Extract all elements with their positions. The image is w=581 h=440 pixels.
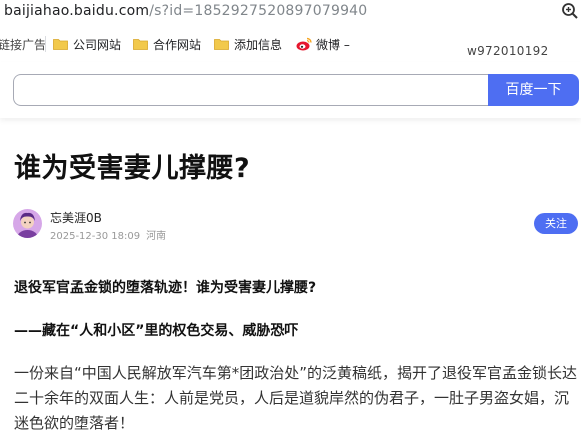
article-lead: 退役军官孟金锁的堕落轨迹！谁为受害妻儿撑腰?: [14, 280, 317, 296]
search-button[interactable]: 百度一下: [488, 74, 579, 106]
address-bar[interactable]: baijiahao.baidu.com/s?id=185292752089707…: [0, 0, 581, 24]
search-bar: 百度一下: [0, 62, 581, 118]
search-input[interactable]: [13, 74, 489, 106]
user-tag: w972010192: [467, 44, 549, 58]
bookmark-link-ads[interactable]: 链接广告: [0, 33, 46, 55]
bookmark-separator: [45, 36, 46, 52]
follow-button[interactable]: 关注: [534, 213, 578, 234]
bookmark-label: 微博 –: [316, 37, 350, 52]
url-path: /s?id=1852927520897079940: [149, 3, 368, 19]
bookmark-folder-partners[interactable]: 合作网站: [133, 33, 201, 55]
article-title: 谁为受害妻儿撑腰?: [14, 153, 251, 184]
bookmark-label: 公司网站: [73, 37, 122, 52]
article-meta: 2025-12-30 18:09 河南: [50, 227, 166, 242]
bookmark-weibo[interactable]: 微博 –: [296, 33, 350, 55]
author-name[interactable]: 忘美涯0B: [50, 209, 102, 226]
zoom-in-icon[interactable]: [561, 2, 579, 20]
bookmark-folder-company[interactable]: 公司网站: [53, 33, 121, 55]
article-subheading: ——藏在“人和小区”里的权色交易、威胁恐吓: [14, 323, 299, 339]
folder-icon: [53, 39, 68, 50]
url-text[interactable]: baijiahao.baidu.com/s?id=185292752089707…: [4, 1, 367, 21]
bookmark-label: 添加信息: [234, 37, 283, 52]
folder-icon: [133, 39, 148, 50]
publish-location: 河南: [146, 231, 167, 242]
bookmark-folder-add-info[interactable]: 添加信息: [214, 33, 282, 55]
folder-icon: [214, 39, 229, 50]
weibo-icon: [296, 37, 312, 51]
author-avatar[interactable]: [13, 209, 42, 238]
url-host: baijiahao.baidu.com: [4, 3, 150, 19]
avatar-image: [13, 209, 42, 238]
publish-date: 2025-12-30 18:09: [50, 231, 141, 242]
bookmark-label: 合作网站: [153, 37, 202, 52]
bookmark-label: 链接广告: [0, 37, 47, 52]
article-paragraph: 一份来自“中国人民解放军汽车第*团政治处”的泛黄稿纸，揭开了退役军官孟金锁长达二…: [14, 364, 578, 432]
